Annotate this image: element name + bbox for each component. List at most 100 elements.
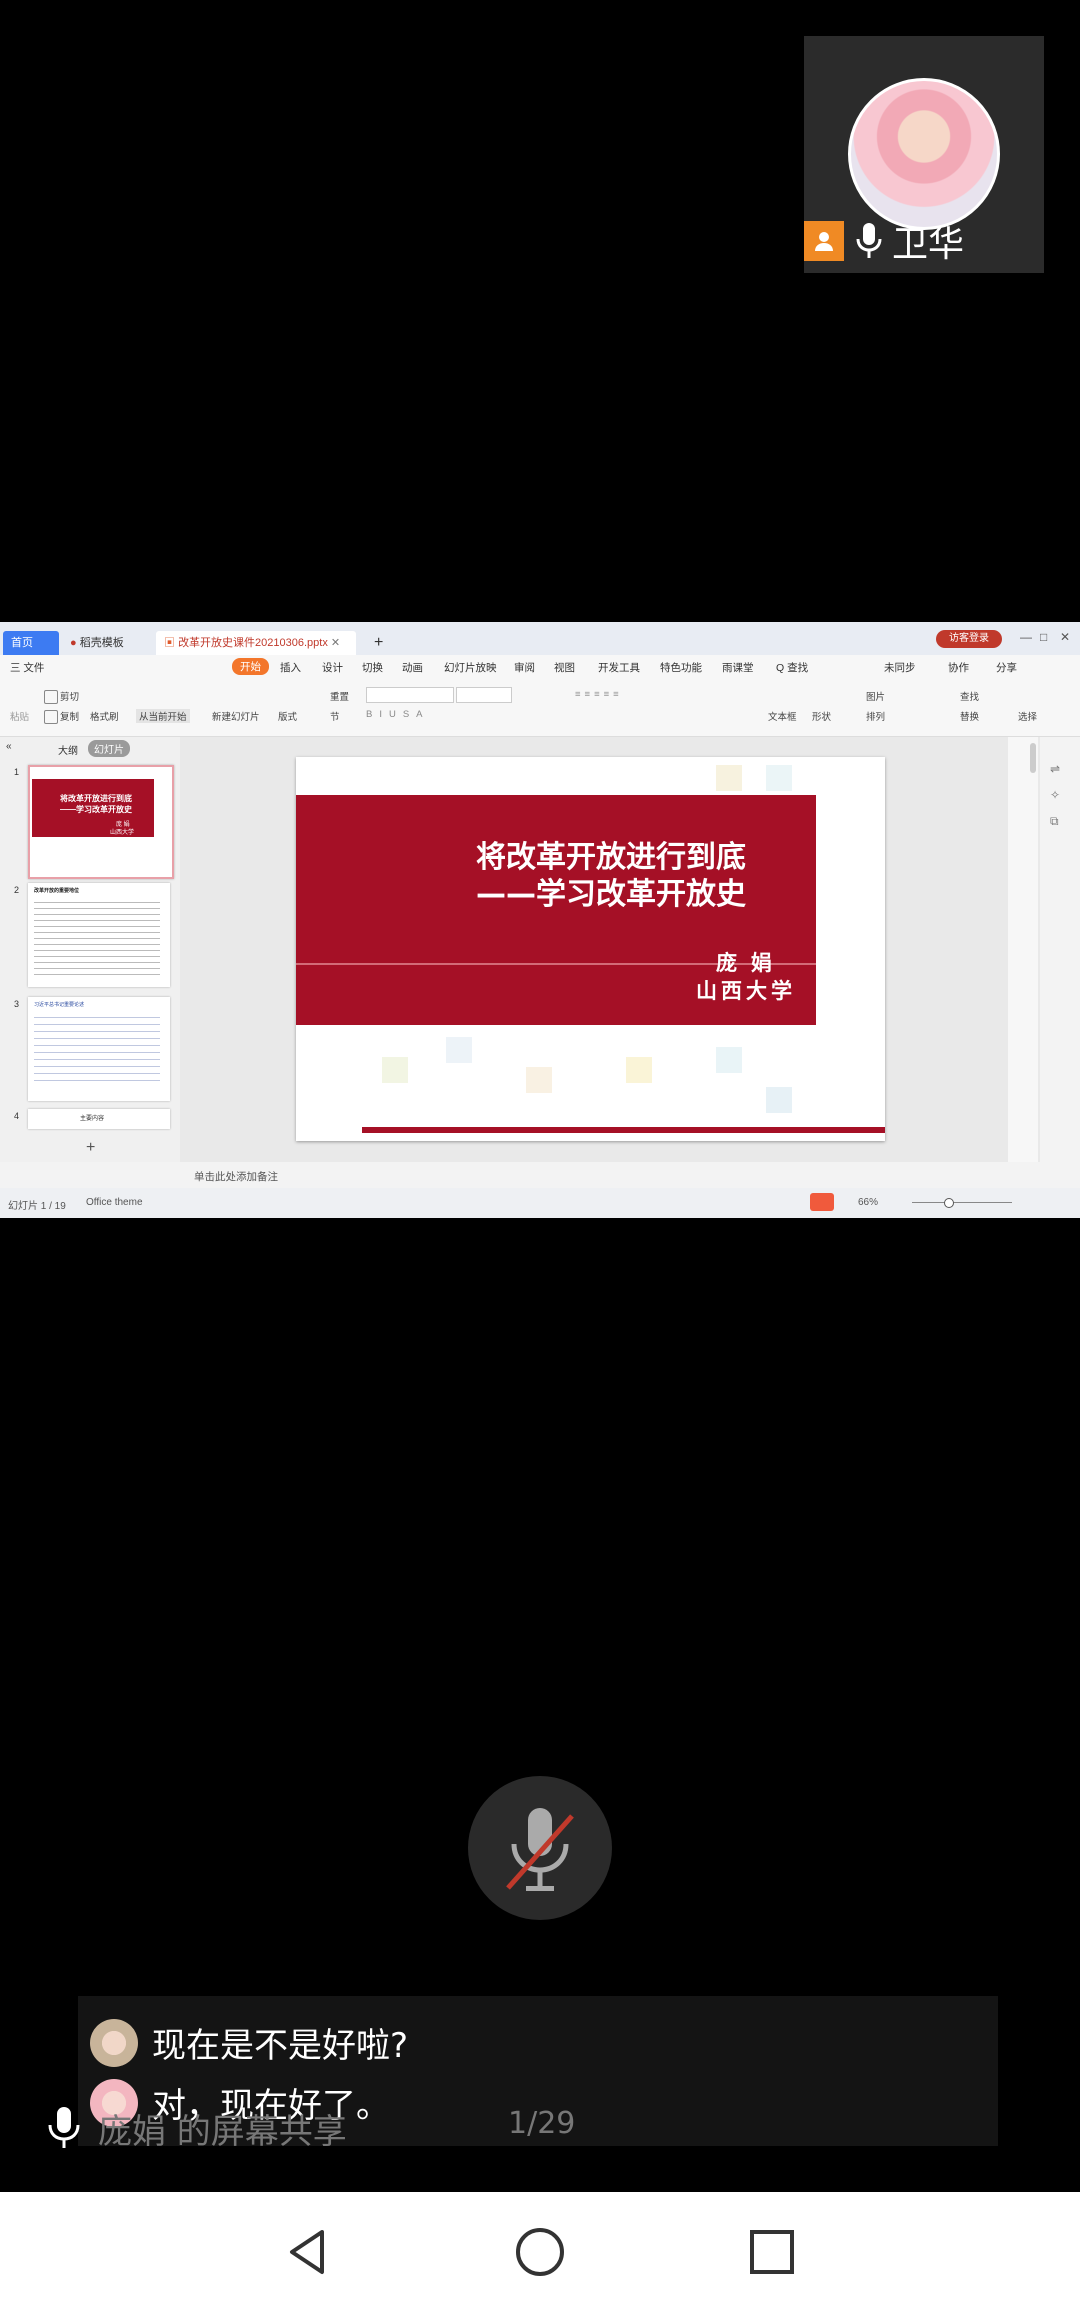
- ribbon-picture[interactable]: 图片: [866, 689, 885, 703]
- ribbon-format-painter[interactable]: 格式刷: [90, 709, 119, 723]
- slide-subtitle: ——学习改革开放史: [476, 877, 746, 912]
- ribbon-layout[interactable]: 版式: [278, 709, 297, 723]
- menu-devtools[interactable]: 开发工具: [598, 660, 640, 675]
- participant-avatar: [848, 78, 1000, 230]
- decor-square: [626, 1057, 652, 1083]
- menu-sync[interactable]: 未同步: [884, 660, 916, 675]
- notes-placeholder: 单击此处添加备注: [194, 1171, 278, 1183]
- ribbon-find[interactable]: 查找: [960, 689, 979, 703]
- ribbon-replace[interactable]: 替换: [960, 709, 979, 723]
- collapse-panel-icon[interactable]: «: [6, 741, 12, 752]
- theme-name: Office theme: [86, 1197, 143, 1208]
- ribbon-section[interactable]: 节: [330, 709, 340, 723]
- wps-tab-bar: 首页 ● 稻壳模板 ▣ 改革开放史课件20210306.pptx ✕ + 访客登…: [0, 622, 1080, 655]
- vertical-scrollbar[interactable]: [1008, 737, 1038, 1162]
- play-slideshow-button[interactable]: [810, 1193, 834, 1211]
- font-size-select[interactable]: [456, 687, 512, 703]
- home-icon[interactable]: [514, 2226, 566, 2278]
- caption-line: 现在是不是好啦?: [90, 2018, 408, 2067]
- menu-share[interactable]: 分享: [996, 660, 1017, 675]
- thumb-title: 将改革开放进行到底: [60, 794, 132, 803]
- zoom-level[interactable]: 66%: [858, 1197, 878, 1208]
- slide-thumbnail[interactable]: 习近平总书记重要论述: [28, 997, 170, 1101]
- caption-text: 现在是不是好啦?: [152, 2026, 409, 2066]
- mic-icon: [856, 223, 882, 258]
- recents-icon[interactable]: [746, 2226, 798, 2278]
- menu-home[interactable]: 开始: [232, 658, 269, 675]
- wps-menu-bar: 三 文件 开始 插入 设计 切换 动画 幻灯片放映 审阅 视图 开发工具 特色功…: [0, 655, 1080, 679]
- slide-thumbnail[interactable]: 主要内容: [28, 1109, 170, 1129]
- pin-icon[interactable]: ✧: [1050, 788, 1074, 802]
- thumb-number: 1: [14, 767, 20, 777]
- slide-thumbnail[interactable]: 改革开放的重要地位: [28, 883, 170, 987]
- menu-slideshow[interactable]: 幻灯片放映: [444, 660, 497, 675]
- tab-document-label: 改革开放史课件20210306.pptx: [178, 637, 328, 649]
- maximize-icon[interactable]: □: [1040, 630, 1047, 644]
- tab-template[interactable]: ● 稻壳模板: [62, 631, 154, 655]
- menu-collab[interactable]: 协作: [948, 660, 969, 675]
- menu-rain-classroom[interactable]: 雨课堂: [722, 660, 754, 675]
- layers-icon[interactable]: ⧉: [1050, 814, 1074, 829]
- ribbon-paste[interactable]: 粘贴: [10, 709, 29, 723]
- right-tool-sidebar: ⇌ ✧ ⧉: [1050, 762, 1074, 829]
- copy-icon: [44, 710, 58, 725]
- thumb-title: 改革开放的重要地位: [34, 888, 80, 894]
- ribbon-shape[interactable]: 形状: [812, 709, 831, 723]
- login-button[interactable]: 访客登录: [936, 630, 1002, 648]
- zoom-slider[interactable]: [912, 1202, 1012, 1203]
- thumb-number: 4: [14, 1111, 20, 1121]
- paragraph-buttons[interactable]: ≡≡≡≡≡: [575, 689, 623, 700]
- close-icon[interactable]: ✕: [1060, 630, 1070, 644]
- menu-features[interactable]: 特色功能: [660, 660, 702, 675]
- mic-muted-icon: [506, 1808, 574, 1891]
- font-name-select[interactable]: [366, 687, 454, 703]
- tab-home[interactable]: 首页: [3, 631, 59, 655]
- ribbon-copy[interactable]: 复制: [44, 709, 80, 725]
- scissors-icon: [44, 690, 58, 705]
- current-slide[interactable]: 将改革开放进行到底 ——学习改革开放史 庞 娟 山西大学: [296, 757, 885, 1141]
- scroll-thumb[interactable]: [1030, 743, 1036, 773]
- ribbon-from-current[interactable]: 从当前开始: [136, 709, 190, 723]
- ribbon-new-slide[interactable]: 新建幻灯片: [212, 709, 260, 723]
- wps-ribbon: 粘贴 剪切 复制 格式刷 从当前开始 新建幻灯片 版式 重置 节 BIUSA ≡…: [0, 679, 1080, 737]
- ribbon-reset[interactable]: 重置: [330, 689, 349, 703]
- decor-square: [382, 1057, 408, 1083]
- new-tab-button[interactable]: +: [366, 631, 390, 655]
- thumb-title: 主要内容: [80, 1116, 105, 1122]
- notes-area[interactable]: 单击此处添加备注: [180, 1162, 1080, 1188]
- ribbon-cut[interactable]: 剪切: [44, 689, 80, 705]
- menu-design[interactable]: 设计: [322, 660, 343, 675]
- shared-screen: 首页 ● 稻壳模板 ▣ 改革开放史课件20210306.pptx ✕ + 访客登…: [0, 622, 1080, 1218]
- ribbon-select[interactable]: 选择: [1018, 709, 1037, 723]
- thumb-text-lines: [34, 897, 160, 977]
- menu-animation[interactable]: 动画: [402, 660, 423, 675]
- slide-thumbnail[interactable]: 将改革开放进行到底 ——学习改革开放史 庞 娟 山西大学: [28, 765, 174, 879]
- ribbon-cut-label: 剪切: [60, 692, 80, 703]
- thumb-number: 3: [14, 999, 20, 1009]
- tab-document[interactable]: ▣ 改革开放史课件20210306.pptx ✕: [156, 631, 356, 655]
- ribbon-copy-label: 复制: [60, 712, 80, 723]
- menu-view[interactable]: 视图: [554, 660, 575, 675]
- back-icon[interactable]: [282, 2226, 334, 2278]
- menu-file[interactable]: 三 文件: [10, 660, 44, 675]
- add-slide-icon[interactable]: +: [86, 1139, 95, 1157]
- ribbon-textbox[interactable]: 文本框: [768, 709, 797, 723]
- ribbon-arrange[interactable]: 排列: [866, 709, 885, 723]
- thumb-subtitle: ——学习改革开放史: [60, 805, 132, 814]
- slide-bottom-bar: [362, 1127, 885, 1133]
- thumb-org: 山西大学: [110, 830, 135, 836]
- participant-tile[interactable]: 卫华: [804, 36, 1044, 273]
- menu-review[interactable]: 审阅: [514, 660, 535, 675]
- tab-outline[interactable]: 大纲: [58, 742, 78, 757]
- properties-icon[interactable]: ⇌: [1050, 762, 1074, 776]
- thumb-number: 2: [14, 885, 20, 895]
- menu-insert[interactable]: 插入: [280, 660, 301, 675]
- menu-transition[interactable]: 切换: [362, 660, 383, 675]
- zoom-slider-thumb[interactable]: [944, 1198, 954, 1208]
- mute-button[interactable]: [468, 1776, 612, 1920]
- tab-slides[interactable]: 幻灯片: [88, 740, 130, 757]
- minimize-icon[interactable]: —: [1020, 630, 1032, 644]
- menu-search[interactable]: Q 查找: [776, 660, 808, 675]
- system-navigation-bar: [0, 2192, 1080, 2310]
- font-style-buttons[interactable]: BIUSA: [366, 709, 430, 720]
